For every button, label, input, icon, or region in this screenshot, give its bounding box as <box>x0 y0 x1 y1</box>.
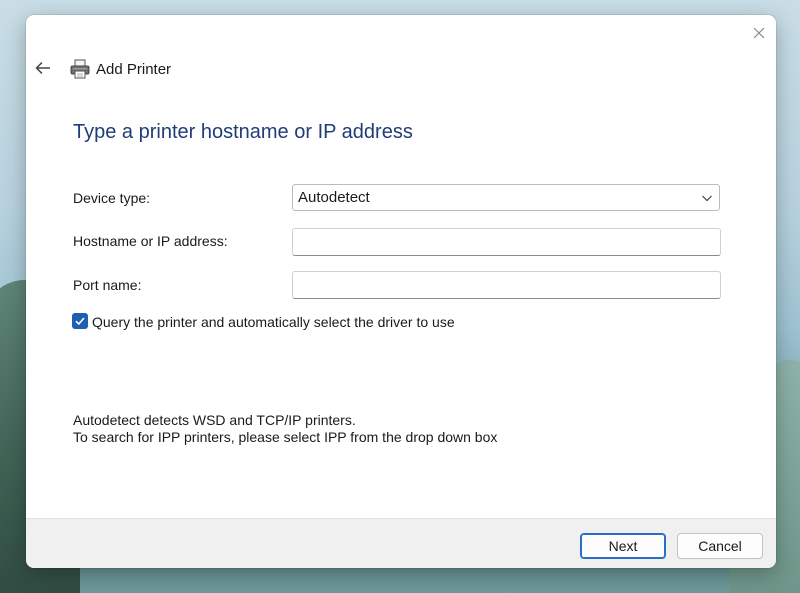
close-button[interactable] <box>746 21 772 45</box>
next-button[interactable]: Next <box>580 533 666 559</box>
dialog-footer: Next Cancel <box>26 518 776 568</box>
desktop-background: Add Printer Type a printer hostname or I… <box>0 0 800 593</box>
window-title: Add Printer <box>96 61 172 78</box>
hostname-input[interactable] <box>292 228 721 256</box>
add-printer-dialog: Add Printer Type a printer hostname or I… <box>26 15 776 568</box>
device-type-label: Device type: <box>73 190 151 206</box>
checkmark-icon <box>75 317 85 326</box>
device-type-value: Autodetect <box>298 189 370 206</box>
port-name-label: Port name: <box>73 277 142 293</box>
close-icon <box>753 27 765 39</box>
chevron-down-icon <box>702 195 712 202</box>
info-text-line1: Autodetect detects WSD and TCP/IP printe… <box>73 412 356 428</box>
back-button[interactable] <box>32 57 54 79</box>
printer-icon <box>70 59 90 79</box>
port-name-input[interactable] <box>292 271 721 299</box>
query-printer-checkbox[interactable] <box>72 313 88 329</box>
info-text-line2: To search for IPP printers, please selec… <box>73 429 498 445</box>
query-printer-label[interactable]: Query the printer and automatically sele… <box>92 313 455 331</box>
back-arrow-icon <box>35 61 50 75</box>
device-type-select[interactable]: Autodetect <box>292 184 720 211</box>
page-title: Type a printer hostname or IP address <box>73 121 413 143</box>
hostname-label: Hostname or IP address: <box>73 233 228 249</box>
cancel-button[interactable]: Cancel <box>677 533 763 559</box>
